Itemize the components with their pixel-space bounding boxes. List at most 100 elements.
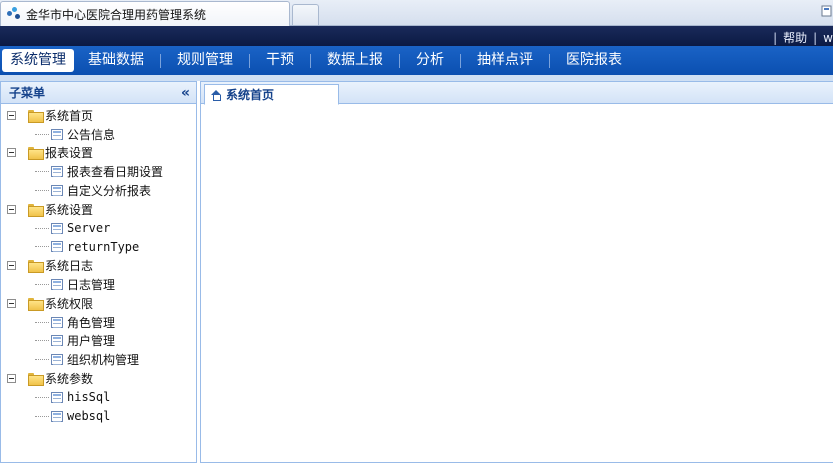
collapse-toggle-icon[interactable] [7,110,16,120]
page-icon [51,354,63,366]
new-tab-button[interactable] [292,4,319,25]
tree-item-announcements[interactable]: 公告信息 [1,125,196,144]
tree-item-user-management[interactable]: 用户管理 [1,332,196,351]
page-icon [51,410,63,422]
nav-item-system-management[interactable]: 系统管理 [2,49,74,72]
tree-item-label: 角色管理 [67,315,116,330]
tree-guide [35,359,49,361]
sidebar-header: 子菜单 « [1,82,196,104]
main-nav: 系统管理 基础数据 规则管理 干预 数据上报 分析 抽样点评 医院报表 [0,46,833,75]
nav-divider [460,53,461,68]
nav-item-basic-data[interactable]: 基础数据 [80,49,152,72]
page-icon [51,279,63,291]
tab-label: 系统首页 [226,88,275,102]
nav-divider [249,53,250,68]
collapse-sidebar-icon[interactable]: « [181,85,190,101]
tree-group-label: 系统权限 [45,296,94,311]
content-panel: 系统首页 [200,81,833,463]
tree-guide [35,396,49,398]
browser-tab-title: 金华市中心医院合理用药管理系统 [26,7,207,22]
folder-icon [28,147,44,161]
tree-item-label: 组织机构管理 [67,353,140,368]
tree-item-label: returnType [67,239,140,254]
browser-tab-strip: 金华市中心医院合理用药管理系统 [0,0,833,26]
page-icon [51,391,63,403]
tree-guide [35,340,49,342]
tree-group-system-log[interactable]: 系统日志 [1,256,196,275]
page-icon [51,222,63,234]
header-bar: | 帮助 | w [0,26,833,46]
page-icon [51,316,63,328]
folder-icon [28,203,44,217]
collapse-toggle-icon[interactable] [7,298,16,308]
tab-system-home[interactable]: 系统首页 [204,84,339,105]
tree-item-label: 自定义分析报表 [67,184,152,199]
nav-item-data-report[interactable]: 数据上报 [319,49,391,72]
tree-item-report-date-settings[interactable]: 报表查看日期设置 [1,162,196,181]
page-icon [51,335,63,347]
tree-item-web-sql[interactable]: websql [1,407,196,426]
tree-group-report-settings[interactable]: 报表设置 [1,144,196,163]
nav-item-rule-management[interactable]: 规则管理 [169,49,241,72]
sidebar-panel: 子菜单 « 系统首页 公告信息 报表设置 报表查看日期设置 自定义分析报表 系统… [0,81,197,463]
nav-item-analysis[interactable]: 分析 [408,49,452,72]
tree-item-role-management[interactable]: 角色管理 [1,313,196,332]
collapse-toggle-icon[interactable] [7,261,16,271]
tree-item-server[interactable]: Server [1,219,196,238]
nav-divider [310,53,311,68]
page-icon [51,185,63,197]
tree-group-home[interactable]: 系统首页 [1,106,196,125]
nav-item-intervention[interactable]: 干预 [258,49,302,72]
tree-group-label: 系统日志 [45,259,94,274]
nav-divider [160,53,161,68]
app-logo-icon [7,7,21,21]
tree-item-label: 报表查看日期设置 [67,165,164,180]
browser-tab[interactable]: 金华市中心医院合理用药管理系统 [0,1,290,26]
sidebar-title: 子菜单 [9,86,46,100]
folder-icon [28,373,44,387]
tree-guide [35,321,49,323]
tree-item-return-type[interactable]: returnType [1,238,196,257]
tree-item-his-sql[interactable]: hisSql [1,388,196,407]
header-links: | 帮助 | w [767,29,833,46]
tree-group-label: 报表设置 [45,146,94,161]
tree-guide [35,246,49,248]
tree-item-label: hisSql [67,390,111,405]
collapse-toggle-icon[interactable] [7,148,16,158]
tree-guide [35,227,49,229]
help-link[interactable]: 帮助 [783,29,807,46]
nav-divider [549,53,550,68]
tree-item-label: 用户管理 [67,334,116,349]
tree-item-label: 公告信息 [67,127,116,142]
nav-item-hospital-report[interactable]: 医院报表 [558,49,630,72]
tree-group-label: 系统首页 [45,108,94,123]
collapse-toggle-icon[interactable] [7,204,16,214]
nav-item-sampling-review[interactable]: 抽样点评 [469,49,541,72]
collapse-toggle-icon[interactable] [7,374,16,384]
tree-guide [35,284,49,286]
folder-icon [28,109,44,123]
tree-item-label: Server [67,221,111,236]
tree-group-label: 系统设置 [45,202,94,217]
tree-group-label: 系统参数 [45,372,94,387]
tree-group-system-permissions[interactable]: 系统权限 [1,294,196,313]
tree-item-label: websql [67,409,111,424]
folder-icon [28,297,44,311]
tree-item-log-management[interactable]: 日志管理 [1,275,196,294]
home-icon [211,89,222,101]
header-trailing-link[interactable]: w [823,31,833,45]
page-icon [51,166,63,178]
window-corner-icon[interactable] [821,4,833,18]
tree-item-custom-analysis-report[interactable]: 自定义分析报表 [1,181,196,200]
folder-icon [28,260,44,274]
tree-item-org-management[interactable]: 组织机构管理 [1,350,196,369]
tree-guide [35,133,49,135]
tree-item-label: 日志管理 [67,278,116,293]
tree-group-system-settings[interactable]: 系统设置 [1,200,196,219]
menu-tree: 系统首页 公告信息 报表设置 报表查看日期设置 自定义分析报表 系统设置 Ser… [1,104,196,426]
tree-guide [35,171,49,173]
tree-group-system-params[interactable]: 系统参数 [1,369,196,388]
nav-divider [399,53,400,68]
tree-guide [35,415,49,417]
page-icon [51,241,63,253]
